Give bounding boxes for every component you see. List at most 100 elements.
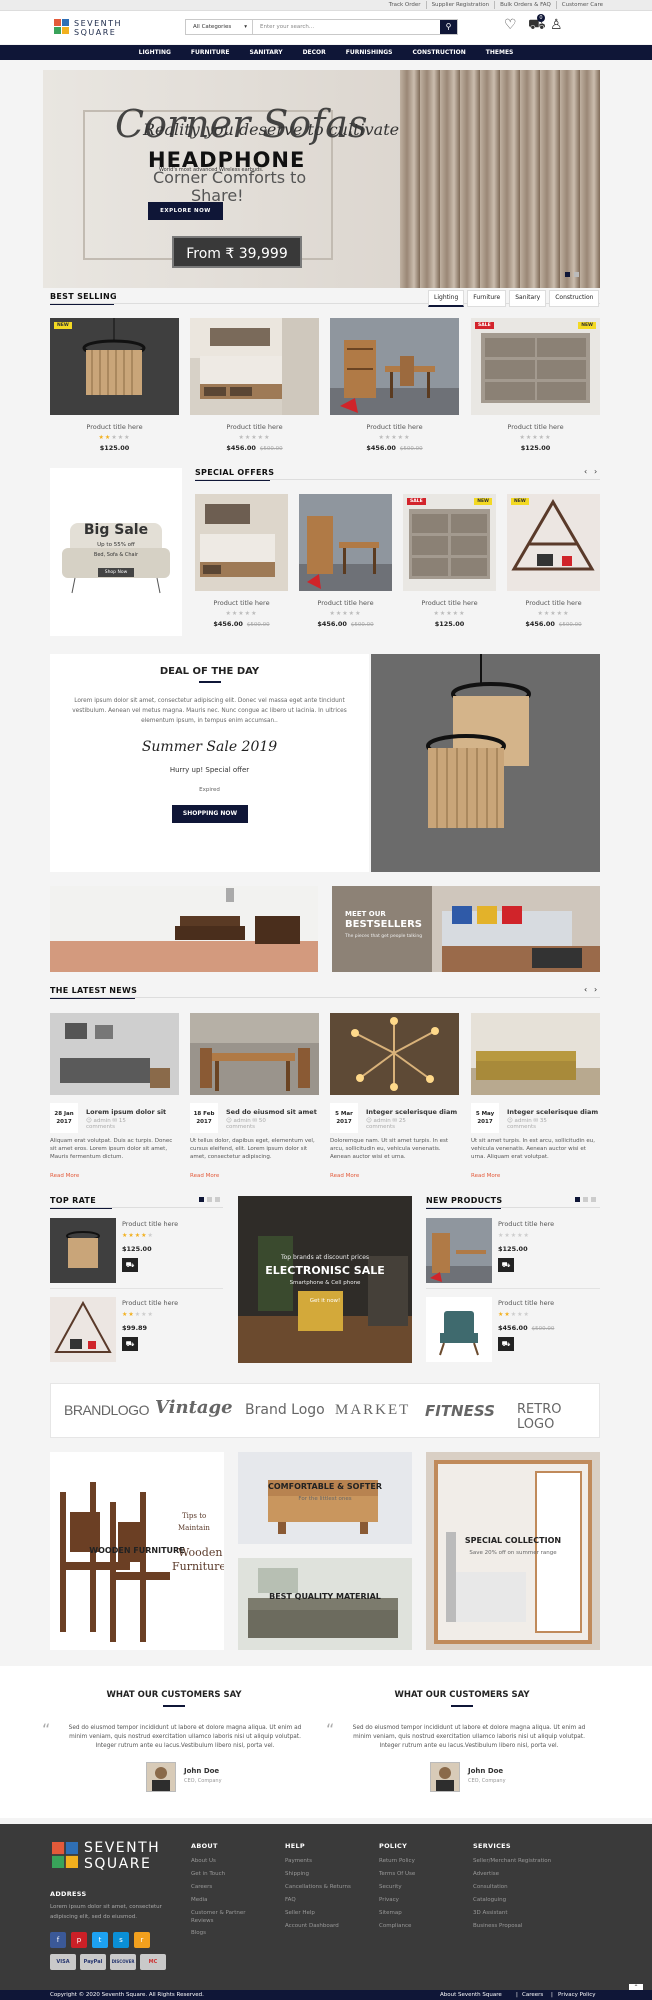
tab-lighting[interactable]: Lighting xyxy=(428,290,465,307)
product-card[interactable]: SALE NEW Product title here ★★★★★ $125.0… xyxy=(403,494,496,628)
product-card[interactable]: Product title here ★★★★★ $456.00 $500.00 xyxy=(195,494,288,628)
top-rate-item[interactable]: Product title here ★★★★★ $125.00 ⛟ xyxy=(50,1218,223,1283)
footer-link[interactable]: Terms Of Use xyxy=(379,1868,415,1881)
product-title[interactable]: Product title here xyxy=(507,599,600,607)
footer-link[interactable]: Account Dashboard xyxy=(285,1920,351,1933)
nav-lighting[interactable]: LIGHTING xyxy=(129,45,181,60)
special-collection-tile[interactable]: SPECIAL COLLECTION Save 20% off on summe… xyxy=(426,1452,600,1650)
footer-link[interactable]: Business Proposal xyxy=(473,1920,551,1933)
category-select[interactable]: All Categories ▾ xyxy=(186,20,253,34)
news-title[interactable]: Integer scelerisque diam xyxy=(366,1108,457,1116)
pinterest-icon[interactable]: p xyxy=(71,1932,87,1948)
top-rate-item[interactable]: Product title here ★★★★★ $99.89 ⛟ xyxy=(50,1297,223,1362)
read-more-link[interactable]: Read More xyxy=(190,1173,219,1179)
brand-logo[interactable]: MARKET xyxy=(335,1402,410,1419)
footer-link[interactable]: Compliance xyxy=(379,1920,415,1933)
news-image[interactable] xyxy=(190,1013,319,1095)
brand-logo[interactable]: Vintage xyxy=(155,1397,233,1418)
footer-link[interactable]: Careers xyxy=(191,1881,261,1894)
footer-link[interactable]: Seller Help xyxy=(285,1907,351,1920)
new-product-item[interactable]: Product title here ★★★★★ $125.00 ⛟ xyxy=(426,1218,600,1283)
shop-now-button[interactable]: Shop Now xyxy=(98,568,134,577)
news-title[interactable]: Integer scelerisque diam xyxy=(507,1108,598,1116)
product-title[interactable]: Product title here xyxy=(498,1299,554,1307)
product-image[interactable] xyxy=(330,318,459,415)
product-image[interactable]: NEW xyxy=(507,494,600,591)
brand-logo[interactable]: BRANDLOGO xyxy=(64,1402,149,1418)
product-image[interactable] xyxy=(426,1297,492,1362)
product-title[interactable]: Product title here xyxy=(299,599,392,607)
add-to-cart-button[interactable]: ⛟ xyxy=(122,1258,138,1272)
brand-logo[interactable]: FITNESS xyxy=(425,1402,495,1420)
brand-logo[interactable]: Brand Logo xyxy=(245,1402,325,1418)
product-image[interactable] xyxy=(50,1218,116,1283)
add-to-cart-button[interactable]: ⛟ xyxy=(498,1337,514,1351)
footer-link[interactable]: Payments xyxy=(285,1855,351,1868)
product-title[interactable]: Product title here xyxy=(330,423,459,431)
news-title[interactable]: Lorem ipsum dolor sit xyxy=(86,1108,166,1116)
pager-dot[interactable] xyxy=(583,1197,588,1202)
tab-construction[interactable]: Construction xyxy=(549,290,600,307)
nav-decor[interactable]: DECOR xyxy=(293,45,336,60)
skype-icon[interactable]: s xyxy=(113,1932,129,1948)
product-card[interactable]: Product title here ★★★★★ $456.00 $500.00 xyxy=(299,494,392,628)
track-order-link[interactable]: Track Order xyxy=(384,1,426,9)
footer-link[interactable]: Get in Touch xyxy=(191,1868,261,1881)
add-to-cart-button[interactable]: ⛟ xyxy=(122,1337,138,1351)
footer-link[interactable]: Return Policy xyxy=(379,1855,415,1868)
rss-icon[interactable]: r xyxy=(134,1932,150,1948)
wooden-furniture-tile[interactable]: WOODEN FURNITURE Tips to Maintain Wooden… xyxy=(50,1452,224,1650)
pager-dot[interactable] xyxy=(215,1197,220,1202)
facebook-icon[interactable]: f xyxy=(50,1932,66,1948)
footer-link[interactable]: Consultation xyxy=(473,1881,551,1894)
copyright-link[interactable]: About Seventh Square xyxy=(440,1990,502,2000)
nav-construction[interactable]: CONSTRUCTION xyxy=(402,45,475,60)
electronic-sale-banner[interactable]: Top brands at discount prices ELECTRONIS… xyxy=(238,1196,412,1363)
product-title[interactable]: Product title here xyxy=(403,599,496,607)
cart-icon[interactable]: ⛟ 0 xyxy=(528,14,546,35)
search-input[interactable]: Enter your search... xyxy=(256,20,439,34)
product-image[interactable] xyxy=(50,1297,116,1362)
sofa-banner[interactable] xyxy=(50,886,318,972)
footer-link[interactable]: Seller/Merchant Registration xyxy=(473,1855,551,1868)
read-more-link[interactable]: Read More xyxy=(471,1173,500,1179)
product-image[interactable] xyxy=(195,494,288,591)
read-more-link[interactable]: Read More xyxy=(50,1173,79,1179)
nav-furnishings[interactable]: FURNISHINGS xyxy=(336,45,403,60)
copyright-link[interactable]: Privacy Policy xyxy=(558,1990,595,2000)
heart-icon[interactable]: ♡ xyxy=(504,17,517,33)
product-card[interactable]: SALE NEW Product title here ★★★★★ $125.0… xyxy=(471,318,600,452)
footer-link[interactable]: Shipping xyxy=(285,1868,351,1881)
product-title[interactable]: Product title here xyxy=(50,423,179,431)
footer-link[interactable]: Customer & Partner Reviews xyxy=(191,1907,261,1927)
news-image[interactable] xyxy=(330,1013,459,1095)
footer-logo[interactable]: SEVENTH SQUARE xyxy=(52,1840,174,1874)
product-card[interactable]: Product title here ★★★★★ $456.00 $500.00 xyxy=(190,318,319,452)
bulk-orders-link[interactable]: Bulk Orders & FAQ xyxy=(494,1,556,9)
footer-link[interactable]: Privacy xyxy=(379,1894,415,1907)
quality-tile[interactable]: BEST QUALITY MATERIAL xyxy=(238,1558,412,1650)
nav-themes[interactable]: THEMES xyxy=(476,45,524,60)
prev-arrow-icon[interactable]: ‹ xyxy=(584,467,587,476)
pager-dot[interactable] xyxy=(199,1197,204,1202)
tab-sanitary[interactable]: Sanitary xyxy=(509,290,547,307)
new-product-item[interactable]: Product title here ★★★★★ $456.00 $500.00 … xyxy=(426,1297,600,1362)
footer-link[interactable]: Sitemap xyxy=(379,1907,415,1920)
read-more-link[interactable]: Read More xyxy=(330,1173,359,1179)
user-icon[interactable]: ♙ xyxy=(550,17,563,33)
nav-furniture[interactable]: FURNITURE xyxy=(181,45,240,60)
pager-dot[interactable] xyxy=(591,1197,596,1202)
prev-arrow-icon[interactable]: ‹ xyxy=(584,985,587,994)
footer-link[interactable]: FAQ xyxy=(285,1894,351,1907)
product-card[interactable]: Product title here ★★★★★ $456.00 $500.00 xyxy=(330,318,459,452)
product-image[interactable]: SALE NEW xyxy=(403,494,496,591)
product-title[interactable]: Product title here xyxy=(195,599,288,607)
logo[interactable]: SEVENTH SQUARE xyxy=(54,18,126,38)
product-card[interactable]: NEW Product title here ★★★★★ $456.00 $500… xyxy=(507,494,600,628)
explore-now-button[interactable]: EXPLORE NOW xyxy=(148,202,223,220)
news-card[interactable]: 28 Jan 2017 Lorem ipsum dolor sit ☺ admin… xyxy=(50,1013,179,1179)
brand-logo[interactable]: RETRO LOGO xyxy=(517,1402,599,1432)
nav-sanitary[interactable]: SANITARY xyxy=(239,45,292,60)
tab-furniture[interactable]: Furniture xyxy=(467,290,507,307)
product-title[interactable]: Product title here xyxy=(471,423,600,431)
